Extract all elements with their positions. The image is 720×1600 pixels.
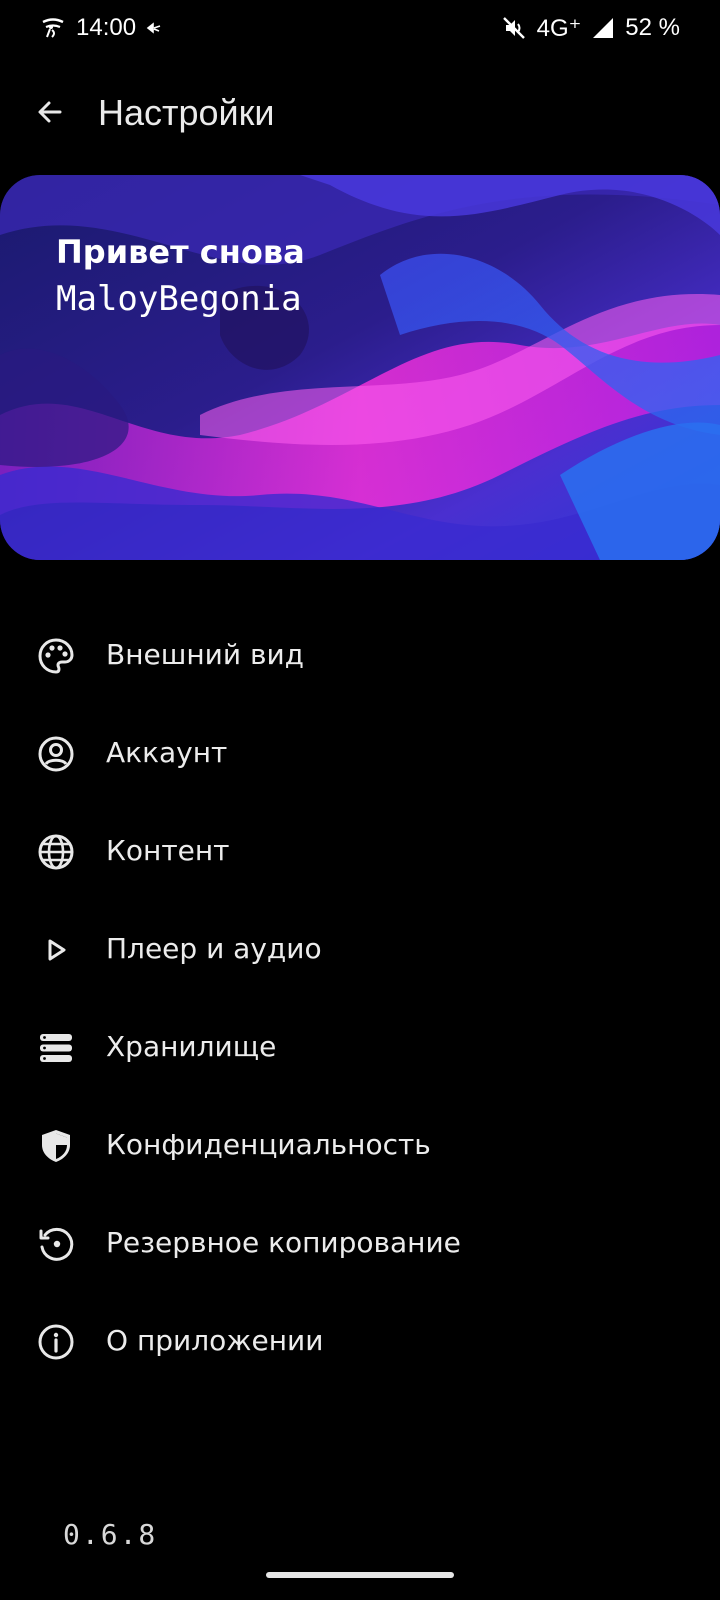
status-time: 14:00	[76, 14, 137, 41]
palette-icon	[36, 636, 76, 676]
menu-item-label: О приложении	[106, 1324, 324, 1357]
menu-item-player-audio[interactable]: Плеер и аудио	[0, 899, 720, 997]
username: MaloyBegonia	[56, 279, 302, 319]
storage-icon	[36, 1028, 76, 1068]
menu-item-label: Конфиденциальность	[106, 1128, 431, 1161]
menu-item-storage[interactable]: Хранилище	[0, 997, 720, 1095]
page-title: Настройки	[98, 92, 275, 133]
menu-item-about[interactable]: О приложении	[0, 1291, 720, 1389]
menu-item-privacy[interactable]: Конфиденциальность	[0, 1095, 720, 1193]
menu-item-content[interactable]: Контент	[0, 801, 720, 899]
network-type: 4G⁺	[536, 14, 582, 42]
home-indicator[interactable]	[266, 1572, 454, 1578]
menu-item-label: Резервное копирование	[106, 1226, 461, 1259]
menu-item-label: Внешний вид	[106, 638, 305, 671]
menu-item-label: Контент	[106, 834, 230, 867]
signal-icon	[591, 16, 615, 40]
shield-icon	[36, 1126, 76, 1166]
menu-item-label: Аккаунт	[106, 736, 228, 769]
account-circle-icon	[36, 734, 76, 774]
restore-icon	[36, 1224, 76, 1264]
menu-item-label: Плеер и аудио	[106, 932, 322, 965]
notification-small-icon	[146, 20, 162, 36]
menu-item-backup[interactable]: Резервное копирование	[0, 1193, 720, 1291]
profile-banner: Привет снова MaloyBegonia	[0, 175, 720, 560]
status-bar-left: 14:00	[40, 14, 162, 42]
greeting-text: Привет снова	[56, 233, 305, 271]
back-button[interactable]	[22, 86, 78, 142]
info-icon	[36, 1322, 76, 1362]
menu-item-label: Хранилище	[106, 1030, 277, 1063]
play-icon	[36, 930, 76, 970]
menu-item-appearance[interactable]: Внешний вид	[0, 605, 720, 703]
battery-level: 52 %	[625, 14, 680, 41]
menu-item-account[interactable]: Аккаунт	[0, 703, 720, 801]
app-version: 0.6.8	[63, 1518, 158, 1551]
notification-app-icon	[40, 15, 66, 41]
settings-menu: Внешний вид Аккаунт Контент Плеер и ауди…	[0, 605, 720, 1389]
status-bar: 14:00 4G⁺ 52 %	[0, 0, 720, 56]
status-bar-right: 4G⁺ 52 %	[501, 14, 680, 43]
arrow-left-icon	[34, 96, 66, 133]
top-app-bar: Настройки	[0, 80, 720, 156]
globe-icon	[36, 832, 76, 872]
mute-icon	[501, 15, 527, 41]
